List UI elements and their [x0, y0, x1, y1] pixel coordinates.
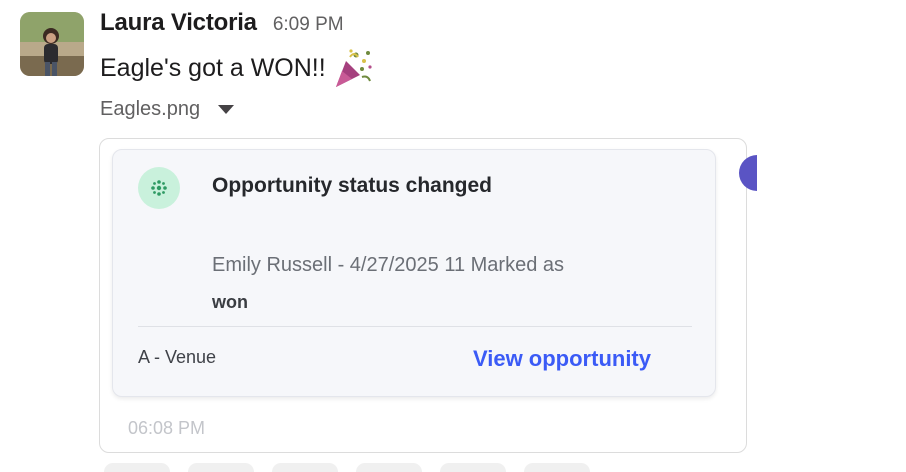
message-header: Laura Victoria 6:09 PM [100, 9, 344, 37]
file-attachment-header[interactable]: Eagles.png [100, 98, 235, 121]
author-name[interactable]: Laura Victoria [100, 9, 257, 37]
reaction-pill[interactable] [524, 463, 590, 472]
card-description-text: Emily Russell - 4/27/2025 11 Marked as [212, 254, 565, 276]
party-popper-icon [332, 47, 374, 89]
reaction-bar [104, 463, 590, 472]
message-timestamp[interactable]: 6:09 PM [273, 14, 344, 36]
file-name[interactable]: Eagles.png [100, 98, 200, 121]
message-body: Eagle's got a WON!! [100, 53, 326, 82]
card-description: Emily Russell - 4/27/2025 11 Marked as w… [212, 247, 682, 321]
opportunity-card: Opportunity status changed Emily Russell… [112, 149, 716, 397]
reaction-pill[interactable] [272, 463, 338, 472]
reaction-pill[interactable] [356, 463, 422, 472]
view-opportunity-link[interactable]: View opportunity [473, 346, 651, 372]
message: Laura Victoria 6:09 PM Eagle's got a WON… [0, 0, 906, 472]
card-status: won [212, 292, 248, 312]
reaction-pill[interactable] [188, 463, 254, 472]
reaction-pill[interactable] [440, 463, 506, 472]
attachment-preview[interactable]: Opportunity status changed Emily Russell… [99, 138, 747, 453]
chevron-down-icon[interactable] [218, 105, 235, 114]
sparkle-icon [138, 167, 180, 209]
card-divider [138, 326, 692, 327]
message-text: Eagle's got a WON!! [100, 47, 374, 89]
attachment-timestamp: 06:08 PM [128, 418, 206, 438]
card-title: Opportunity status changed [212, 174, 493, 197]
avatar[interactable] [20, 12, 84, 76]
reaction-pill[interactable] [104, 463, 170, 472]
card-footer-label: A - Venue [138, 347, 217, 367]
